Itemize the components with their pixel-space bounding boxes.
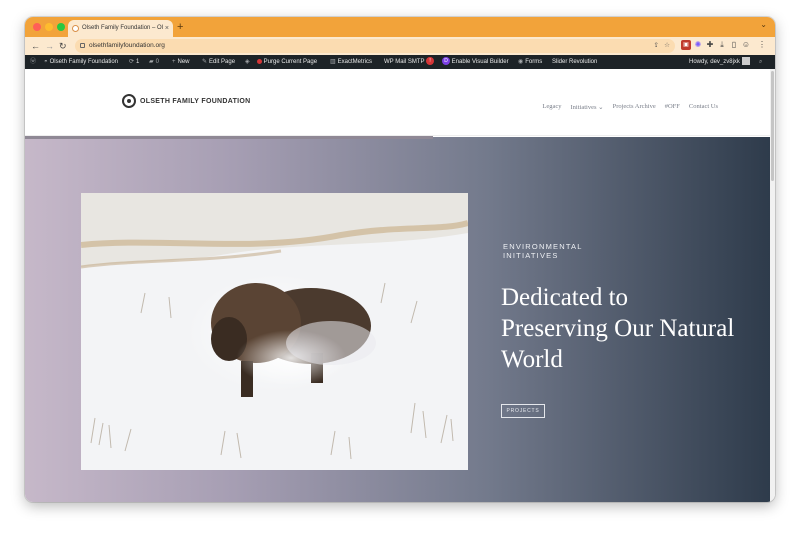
admin-forms[interactable]: ◉ Forms [518,55,542,69]
browser-tab[interactable]: Olseth Family Foundation – Ol × [68,20,173,37]
tab-strip: Olseth Family Foundation – Ol × + ⌄ [25,17,775,37]
download-icon[interactable]: ⤓ [717,40,727,50]
kebab-menu-icon[interactable]: ⋮ [757,40,767,50]
logo-mark-icon [122,94,136,108]
nav-item-off[interactable]: #OFF [665,103,680,111]
admin-purge[interactable]: Purge Current Page [257,55,317,69]
nav-item-legacy[interactable]: Legacy [542,103,561,111]
comment-icon: ▰ [149,59,154,65]
litespeed-icon[interactable]: ◈ [245,55,252,69]
site-logo[interactable]: OLSETH FAMILY FOUNDATION [122,93,251,109]
minimize-window-button[interactable] [45,23,53,31]
reload-icon[interactable]: ↻ [59,39,67,53]
address-url: olsethfamilyfoundation.org [89,42,165,49]
admin-exactmetrics[interactable]: ▥ ExactMetrics [330,55,372,69]
scrollbar-thumb[interactable] [771,71,774,181]
logo-text: OLSETH FAMILY FOUNDATION [140,97,251,105]
forms-icon: ◉ [518,59,524,65]
favicon-icon [72,25,79,32]
admin-search-icon[interactable]: ⌕ [759,55,764,69]
maximize-window-button[interactable] [57,23,65,31]
lock-icon [80,43,85,48]
admin-account[interactable]: Howdy, dev_zv8jxk [689,55,750,69]
header-progress-bar [25,136,433,139]
extension-red-icon[interactable]: ▣ [681,40,691,50]
pencil-icon: ✎ [202,59,208,65]
alert-badge: ! [426,57,435,66]
browser-window: Olseth Family Foundation – Ol × + ⌄ ← → … [25,17,775,502]
profile-avatar-icon[interactable]: ☺ [741,40,751,50]
site-header: OLSETH FAMILY FOUNDATION Legacy Initiati… [25,69,770,136]
browser-toolbar: ← → ↻ olsethfamilyfoundation.org ⇪ ☆ ▣ ✺… [25,37,775,55]
page-viewport: OLSETH FAMILY FOUNDATION Legacy Initiati… [25,69,770,502]
nav-item-contact[interactable]: Contact Us [689,103,718,111]
tab-close-icon[interactable]: × [165,20,169,37]
avatar [741,57,750,66]
admin-wp-mail-smtp[interactable]: WP Mail SMTP ! [384,55,435,69]
back-arrow-icon[interactable]: ← [31,39,40,53]
tab-title: Olseth Family Foundation – Ol [82,25,164,31]
admin-site-name[interactable]: ◓ Olseth Family Foundation [44,55,118,69]
close-window-button[interactable] [33,23,41,31]
new-tab-button[interactable]: + [177,19,183,35]
admin-edit-page[interactable]: ✎ Edit Page [202,55,235,69]
admin-visual-builder[interactable]: D Enable Visual Builder [442,55,509,69]
admin-new[interactable]: + New [172,55,190,69]
updates-icon: ⟳ [129,59,135,65]
share-icon[interactable]: ⇪ [654,39,659,53]
main-nav: Legacy Initiatives ⌄ Projects Archive #O… [542,103,718,111]
forward-arrow-icon[interactable]: → [45,39,54,53]
dashboard-icon: ◓ [44,59,48,65]
plus-icon: + [172,59,176,65]
projects-button[interactable]: PROJECTS [501,404,545,418]
star-icon[interactable]: ☆ [664,39,670,53]
admin-comments[interactable]: ▰ 0 [149,55,159,69]
nav-item-initiatives[interactable]: Initiatives ⌄ [571,103,604,111]
puzzle-icon[interactable]: ✚ [705,40,715,50]
extension-flower-icon[interactable]: ✺ [693,40,703,50]
bison-snow-photo [81,193,468,470]
side-panel-icon[interactable]: ▯ [729,40,739,50]
tab-search-icon[interactable]: ⌄ [760,20,767,29]
divi-icon: D [442,57,450,66]
nav-item-projects-archive[interactable]: Projects Archive [613,103,656,111]
hero-headline: Dedicated to Preserving Our Natural Worl… [501,284,735,373]
scrollbar[interactable] [770,69,775,502]
admin-slider-revolution[interactable]: Slider Revolution [552,55,597,69]
wordpress-logo-icon[interactable]: ⓦ [30,55,38,69]
hero-eyebrow: ENVIRONMENTAL INITIATIVES [503,242,583,260]
hero-section: ENVIRONMENTAL INITIATIVES Dedicated to P… [25,137,770,502]
bar-chart-icon: ▥ [330,59,336,65]
wp-admin-bar: ⓦ ◓ Olseth Family Foundation ⟳ 1 ▰ 0 + New ✎… [25,55,775,69]
status-dot-icon [257,58,262,64]
address-bar[interactable]: olsethfamilyfoundation.org ⇪ ☆ [75,39,675,53]
admin-updates[interactable]: ⟳ 1 [129,55,139,69]
